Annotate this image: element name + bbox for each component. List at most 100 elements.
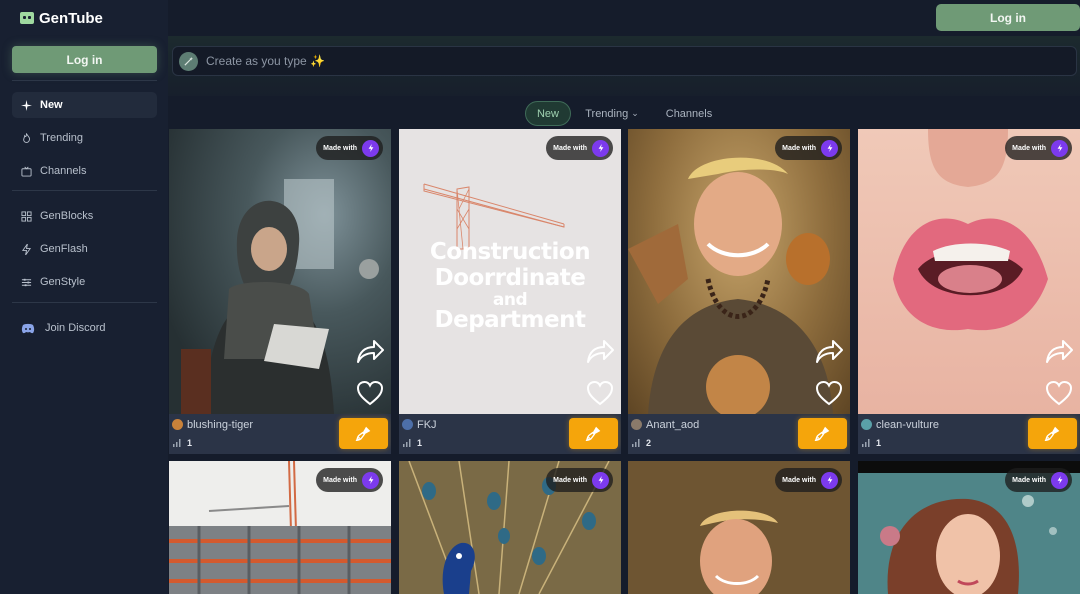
lightning-icon [1051, 139, 1068, 157]
thumbnail-image[interactable]: Made with [628, 129, 850, 419]
made-with-badge[interactable]: Made with [316, 468, 383, 492]
discord-icon [21, 323, 35, 334]
portrait-illustration [181, 179, 379, 414]
bar-chart-icon [173, 439, 181, 447]
made-with-badge[interactable]: Made with [775, 468, 842, 492]
lips-illustration [893, 129, 1048, 331]
tab-trending[interactable]: Trending ⌄ [581, 101, 643, 126]
flash-icon [21, 243, 32, 255]
made-with-label: Made with [553, 144, 587, 152]
chevron-down-icon: ⌄ [631, 108, 639, 118]
lightning-icon [362, 471, 379, 489]
sidebar: GenTube Log in New Trending Channels Gen… [0, 0, 168, 594]
lightning-icon [592, 139, 609, 157]
sidebar-item-label: Channels [40, 165, 87, 177]
sidebar-item-trending[interactable]: Trending [12, 125, 157, 151]
sidebar-item-genblocks[interactable]: GenBlocks [12, 203, 157, 229]
sidebar-item-label: GenStyle [40, 276, 86, 288]
made-with-badge[interactable]: Made with [1005, 136, 1072, 160]
lightning-icon [821, 471, 838, 489]
made-with-badge[interactable]: Made with [546, 136, 613, 160]
lightning-icon [592, 471, 609, 489]
tv-icon [21, 166, 32, 177]
remix-button[interactable] [339, 418, 388, 449]
video-card[interactable]: Made with Anant_aod 2 [628, 129, 850, 454]
card-info: clean-vulture 1 [858, 414, 1080, 454]
video-card[interactable]: Made with [169, 461, 391, 594]
tab-new[interactable]: New [525, 101, 571, 126]
sidebar-item-discord[interactable]: Join Discord [12, 315, 157, 341]
remix-count: 1 [417, 438, 423, 448]
tab-channels[interactable]: Channels [660, 101, 718, 126]
heart-icon[interactable] [356, 380, 384, 406]
author-name[interactable]: FKJ [417, 419, 437, 431]
sidebar-item-genstyle[interactable]: GenStyle [12, 269, 157, 295]
avatar[interactable] [631, 419, 642, 430]
made-with-badge[interactable]: Made with [546, 468, 613, 492]
sidebar-item-label: Join Discord [45, 322, 106, 334]
portrait-illustration [628, 157, 833, 419]
author-name[interactable]: clean-vulture [876, 419, 939, 431]
heart-icon[interactable] [586, 380, 614, 406]
made-with-label: Made with [782, 144, 816, 152]
video-card[interactable]: Made with [399, 461, 621, 594]
made-with-badge[interactable]: Made with [1005, 468, 1072, 492]
video-card[interactable]: Made with [628, 461, 850, 594]
search-input[interactable]: Create as you type ✨ [206, 54, 325, 68]
lightning-icon [1051, 471, 1068, 489]
share-icon[interactable] [585, 338, 615, 364]
tab-label: Trending [585, 107, 629, 120]
made-with-badge[interactable]: Made with [316, 136, 383, 160]
magic-wand-icon [179, 51, 198, 71]
sidebar-item-label: New [40, 99, 63, 111]
bar-chart-icon [632, 439, 640, 447]
author-name[interactable]: blushing-tiger [187, 419, 253, 431]
sidebar-item-label: GenFlash [40, 243, 88, 255]
share-icon[interactable] [355, 338, 385, 364]
avatar[interactable] [172, 419, 183, 430]
thumbnail-image[interactable]: Made with [169, 129, 391, 414]
brand-name: GenTube [39, 9, 103, 27]
made-with-label: Made with [323, 476, 357, 484]
video-card[interactable]: Made with clean-vulture 1 [858, 129, 1080, 454]
sparkles-icon [21, 99, 32, 111]
brand[interactable]: GenTube [20, 9, 103, 27]
video-card[interactable]: Construction Doorrdinate and Department … [399, 129, 621, 454]
bar-chart-icon [403, 439, 411, 447]
tab-label: Channels [665, 107, 713, 120]
share-icon[interactable] [814, 338, 844, 364]
video-card[interactable]: Made with blushing-tiger 1 [169, 129, 391, 454]
share-icon[interactable] [1044, 338, 1074, 364]
thumbnail-image[interactable]: Made with [858, 129, 1080, 414]
header-login-button[interactable]: Log in [936, 4, 1080, 31]
image-text-line: Construction [429, 239, 591, 265]
avatar[interactable] [861, 419, 872, 430]
tab-label: New [536, 107, 559, 120]
remix-count: 2 [646, 438, 652, 448]
made-with-badge[interactable]: Made with [775, 136, 842, 160]
brush-icon [814, 426, 830, 441]
sliders-icon [21, 277, 32, 288]
search-bar[interactable]: Create as you type ✨ [172, 46, 1077, 76]
made-with-label: Made with [1012, 144, 1046, 152]
sidebar-item-label: GenBlocks [40, 210, 94, 222]
remix-button[interactable] [569, 418, 618, 449]
made-with-label: Made with [1012, 476, 1046, 484]
video-card[interactable]: Made with [858, 461, 1080, 594]
sidebar-login-button[interactable]: Log in [12, 46, 157, 73]
brush-icon [585, 426, 601, 441]
avatar[interactable] [402, 419, 413, 430]
heart-icon[interactable] [815, 380, 843, 406]
heart-icon[interactable] [1045, 380, 1073, 406]
author-name[interactable]: Anant_aod [646, 419, 699, 431]
thumbnail-image[interactable]: Construction Doorrdinate and Department … [399, 129, 621, 414]
bar-chart-icon [862, 439, 870, 447]
sidebar-item-genflash[interactable]: GenFlash [12, 236, 157, 262]
tv-logo-icon [20, 12, 34, 24]
sidebar-item-channels[interactable]: Channels [12, 158, 157, 184]
divider [12, 80, 157, 81]
sidebar-item-new[interactable]: New [12, 92, 157, 118]
divider [12, 190, 157, 191]
remix-button[interactable] [798, 418, 847, 449]
remix-button[interactable] [1028, 418, 1077, 449]
